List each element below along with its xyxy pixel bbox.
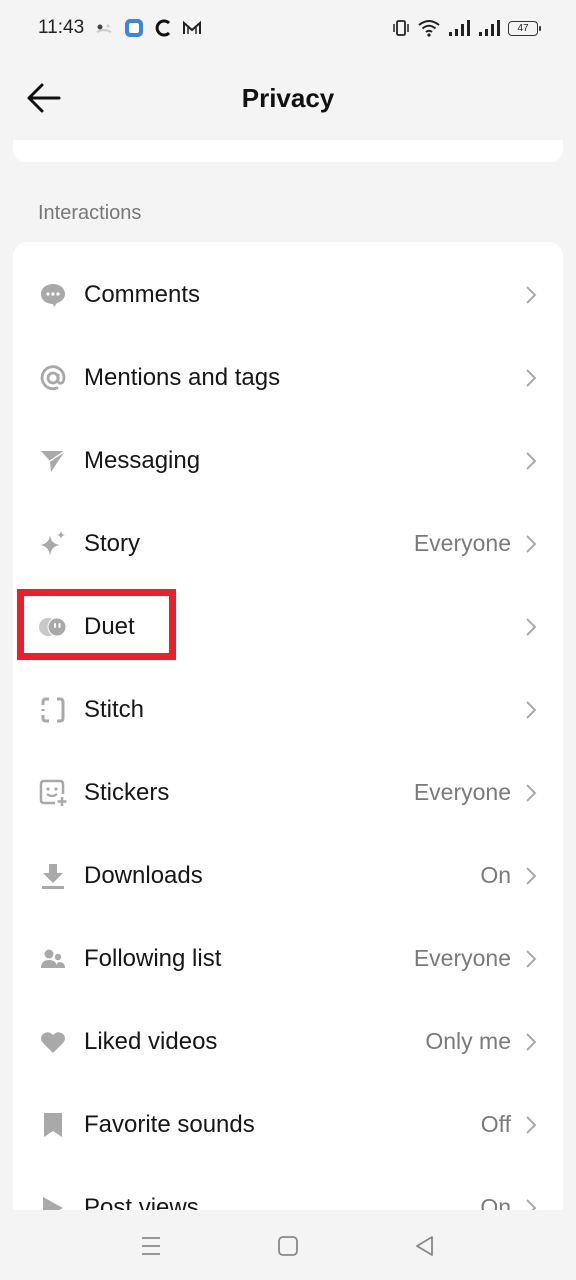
setting-value: Everyone xyxy=(413,779,511,805)
back-button[interactable] xyxy=(26,80,62,116)
chevron-right-icon xyxy=(523,865,539,887)
bookmark-icon xyxy=(39,1111,67,1139)
section-label: Interactions xyxy=(38,202,142,224)
home-button[interactable] xyxy=(274,1232,302,1260)
setting-row-mentions[interactable]: Mentions and tags xyxy=(13,336,563,419)
comment-bubble-icon xyxy=(39,281,67,309)
back-nav-button[interactable] xyxy=(411,1232,439,1260)
signal-icon xyxy=(448,18,470,38)
setting-row-duet[interactable]: Duet xyxy=(13,585,563,668)
setting-label: Comments xyxy=(84,280,201,308)
gmail-icon xyxy=(182,18,202,38)
setting-label: Stitch xyxy=(84,695,145,723)
page-title: Privacy xyxy=(241,82,335,113)
setting-label: Liked videos xyxy=(84,1027,218,1055)
setting-value: Off xyxy=(480,1111,511,1137)
chevron-right-icon xyxy=(523,450,539,472)
chevron-right-icon xyxy=(523,1114,539,1136)
status-bar: 11:43 47 xyxy=(0,0,576,56)
setting-row-stickers[interactable]: Stickers Everyone xyxy=(13,751,563,834)
app-notification-icon xyxy=(94,18,114,38)
status-time: 11:43 xyxy=(38,17,85,38)
c-app-icon xyxy=(154,18,172,38)
setting-label: Downloads xyxy=(84,861,203,889)
chevron-right-icon xyxy=(523,533,539,555)
recent-apps-button[interactable] xyxy=(137,1232,165,1260)
users-icon xyxy=(39,945,67,973)
setting-value: Only me xyxy=(425,1028,511,1054)
battery-indicator: 47 xyxy=(508,20,541,36)
chevron-right-icon xyxy=(523,782,539,804)
previous-section-card xyxy=(13,140,563,162)
chevron-right-icon xyxy=(523,1031,539,1053)
setting-row-story[interactable]: Story Everyone xyxy=(13,502,563,585)
setting-row-following-list[interactable]: Following list Everyone xyxy=(13,917,563,1000)
signal-icon xyxy=(478,18,500,38)
setting-row-liked-videos[interactable]: Liked videos Only me xyxy=(13,1000,563,1083)
duet-icon xyxy=(39,613,67,641)
setting-row-downloads[interactable]: Downloads On xyxy=(13,834,563,917)
setting-value: On xyxy=(480,862,511,888)
chevron-right-icon xyxy=(523,948,539,970)
setting-label: Mentions and tags xyxy=(84,363,281,391)
vibrate-icon xyxy=(392,18,410,38)
menu-icon xyxy=(142,1237,160,1255)
at-sign-icon xyxy=(39,364,67,392)
setting-label: Stickers xyxy=(84,778,170,806)
interactions-card: Comments Mentions and tags Messaging Sto… xyxy=(13,242,563,1242)
setting-row-favorite-sounds[interactable]: Favorite sounds Off xyxy=(13,1083,563,1166)
setting-label: Messaging xyxy=(84,446,201,474)
setting-label: Story xyxy=(84,529,141,557)
home-icon xyxy=(278,1236,298,1256)
screen: 11:43 47 Privacy Interactions Comments M… xyxy=(0,0,576,1280)
download-icon xyxy=(39,862,67,890)
setting-value: Everyone xyxy=(413,945,511,971)
stitch-icon xyxy=(39,696,67,724)
setting-row-comments[interactable]: Comments xyxy=(13,253,563,336)
setting-label: Duet xyxy=(84,612,135,640)
chevron-right-icon xyxy=(523,699,539,721)
system-nav-bar xyxy=(0,1210,576,1280)
blue-square-app-icon xyxy=(124,18,144,38)
wifi-icon xyxy=(418,18,440,38)
sparkle-icon xyxy=(39,530,67,558)
setting-row-messaging[interactable]: Messaging xyxy=(13,419,563,502)
setting-label: Favorite sounds xyxy=(84,1110,255,1138)
send-icon xyxy=(39,447,67,475)
back-triangle-icon xyxy=(416,1236,433,1256)
setting-row-stitch[interactable]: Stitch xyxy=(13,668,563,751)
heart-icon xyxy=(39,1028,67,1056)
setting-label: Following list xyxy=(84,944,222,972)
chevron-right-icon xyxy=(523,284,539,306)
sticker-icon xyxy=(39,779,67,807)
chevron-right-icon xyxy=(523,616,539,638)
arrow-left-icon xyxy=(27,83,61,113)
header: Privacy xyxy=(0,56,576,140)
setting-value: Everyone xyxy=(413,530,511,556)
chevron-right-icon xyxy=(523,367,539,389)
